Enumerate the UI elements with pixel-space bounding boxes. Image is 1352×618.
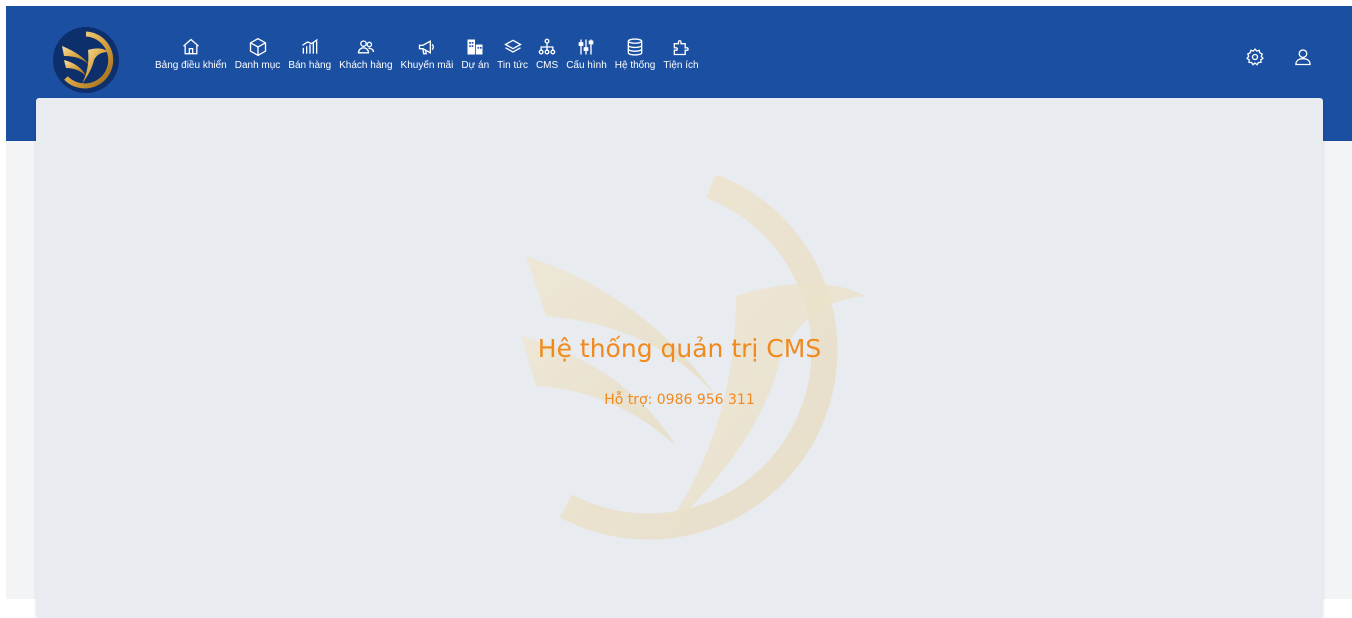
nav-label: CMS — [535, 60, 559, 71]
nav-label: Khách hàng — [339, 60, 393, 71]
header-actions — [1244, 46, 1314, 68]
nav-item-projects[interactable]: Dự án — [457, 36, 493, 72]
nav-label: Tin tức — [497, 60, 528, 71]
megaphone-icon — [416, 36, 438, 58]
nav-item-customers[interactable]: Khách hàng — [335, 36, 396, 72]
sliders-icon — [575, 36, 597, 58]
nav-label: Cấu hình — [566, 60, 607, 71]
nav-item-promotions[interactable]: Khuyến mãi — [397, 36, 458, 72]
settings-icon[interactable] — [1244, 46, 1266, 68]
nav-label: Bán hàng — [288, 60, 332, 71]
nav-label: Hệ thống — [614, 60, 656, 71]
nav-item-cms[interactable]: CMS — [532, 36, 562, 72]
chart-icon — [299, 36, 321, 58]
nav-label: Khuyến mãi — [400, 60, 454, 71]
nav-item-config[interactable]: Cấu hình — [562, 36, 611, 72]
building-icon — [464, 36, 486, 58]
page-title: Hệ thống quản trị CMS — [537, 334, 822, 363]
sitemap-icon — [536, 36, 558, 58]
main-navigation: Bảng điều khiển Danh mục Bán hàng Khách … — [151, 36, 703, 80]
home-icon — [180, 36, 202, 58]
logo-watermark — [521, 176, 866, 541]
users-icon — [355, 36, 377, 58]
layers-icon — [502, 36, 524, 58]
box-icon — [247, 36, 269, 58]
support-hotline: Hỗ trợ: 0986 956 311 — [604, 392, 755, 408]
brand-logo[interactable] — [52, 26, 120, 94]
nav-label: Bảng điều khiển — [155, 60, 227, 71]
puzzle-icon — [670, 36, 692, 58]
nav-item-system[interactable]: Hệ thống — [611, 36, 660, 72]
nav-label: Tiện ích — [663, 60, 699, 71]
main-card: Hệ thống quản trị CMS Hỗ trợ: 0986 956 3… — [36, 98, 1323, 618]
nav-label: Danh mục — [234, 60, 281, 71]
nav-item-sales[interactable]: Bán hàng — [284, 36, 335, 72]
nav-item-news[interactable]: Tin tức — [493, 36, 532, 72]
nav-item-dashboard[interactable]: Bảng điều khiển — [151, 36, 231, 72]
nav-label: Dự án — [461, 60, 490, 71]
user-icon[interactable] — [1292, 46, 1314, 68]
database-icon — [624, 36, 646, 58]
nav-item-utilities[interactable]: Tiện ích — [659, 36, 702, 72]
nav-item-categories[interactable]: Danh mục — [231, 36, 285, 72]
